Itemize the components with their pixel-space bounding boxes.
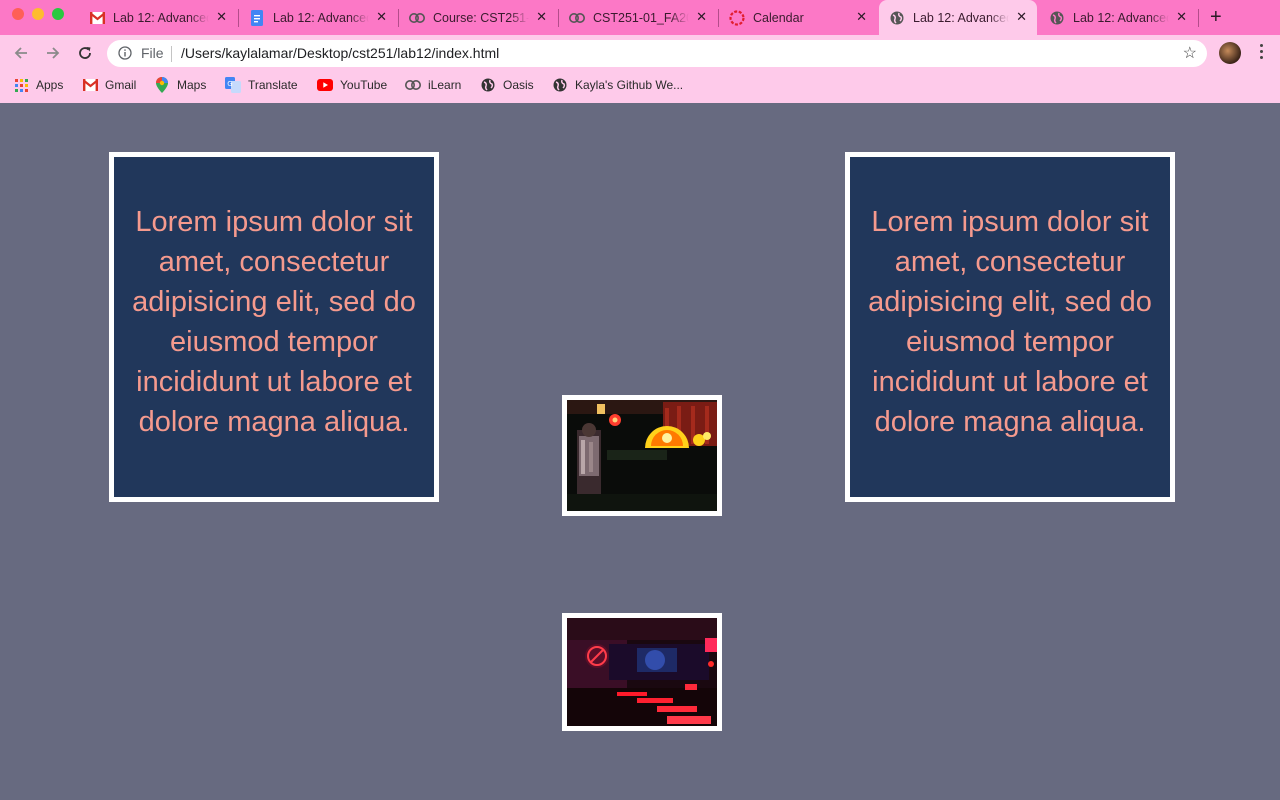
tab-title: Lab 12: Advanced CSS [113, 10, 209, 25]
moodle-icon [405, 77, 421, 93]
left-text-card: Lorem ipsum dolor sit amet, consectetur … [109, 152, 439, 502]
close-tab-icon[interactable]: ✕ [536, 10, 547, 24]
bookmark-youtube[interactable]: YouTube [317, 76, 387, 94]
back-button[interactable] [10, 42, 32, 64]
google-docs-icon [249, 9, 265, 26]
address-divider [171, 46, 172, 62]
arrow-left-icon [14, 47, 27, 59]
url-text[interactable]: /Users/kaylalamar/Desktop/cst251/lab12/i… [181, 45, 499, 61]
theater-photo-frame [562, 613, 722, 731]
left-card-panel: Lorem ipsum dolor sit amet, consectetur … [114, 157, 434, 497]
forward-button[interactable] [42, 42, 64, 64]
profile-avatar[interactable] [1219, 42, 1241, 64]
tab-5[interactable]: Calendar ✕ [719, 0, 877, 35]
bookmark-label: Apps [36, 78, 64, 92]
globe-icon [552, 77, 568, 93]
left-card-text: Lorem ipsum dolor sit amet, consectetur … [132, 206, 416, 438]
close-tab-icon[interactable]: ✕ [696, 10, 707, 24]
moodle-icon [569, 10, 585, 26]
tab-title: Calendar [753, 10, 804, 25]
bookmark-label: Maps [177, 78, 207, 92]
globe-icon [889, 10, 905, 26]
close-tab-icon[interactable]: ✕ [376, 10, 387, 24]
calendar-icon [729, 9, 745, 26]
tab-strip: Lab 12: Advanced CSS ✕ Lab 12: Advanced … [0, 0, 1280, 35]
bookmark-label: Kayla's Github We... [575, 78, 684, 92]
bookmark-label: Translate [248, 78, 298, 92]
right-text-card: Lorem ipsum dolor sit amet, consectetur … [845, 152, 1175, 502]
new-tab-button[interactable]: + [1210, 6, 1222, 28]
tab-title: Course: CST251-01 [433, 10, 529, 25]
bookmark-oasis[interactable]: Oasis [480, 76, 534, 94]
maps-pin-icon [154, 77, 170, 93]
bookmark-label: YouTube [340, 78, 388, 92]
close-tab-icon[interactable]: ✕ [1176, 10, 1187, 24]
tab-title: Lab 12: Advanced CSS [273, 10, 369, 25]
moodle-icon [409, 10, 425, 26]
close-tab-icon[interactable]: ✕ [856, 10, 867, 24]
bookmark-label: Oasis [503, 78, 534, 92]
apps-grid-icon [13, 77, 29, 93]
reload-button[interactable] [74, 42, 96, 64]
translate-icon: G [225, 77, 241, 93]
globe-icon [1049, 10, 1065, 26]
tab-4[interactable]: CST251-01_FA20 ✕ [559, 0, 717, 35]
tab-title: Lab 12: Advanced CSS [913, 10, 1009, 25]
tab-title: CST251-01_FA20 [593, 10, 689, 25]
tab-title: Lab 12: Advanced CSS [1073, 10, 1169, 25]
globe-icon [480, 77, 496, 93]
bookmark-translate[interactable]: G Translate [225, 76, 298, 94]
minimize-window-button[interactable] [32, 8, 44, 20]
svg-text:G: G [227, 80, 232, 88]
tab-2[interactable]: Lab 12: Advanced CSS ✕ [239, 0, 397, 35]
reload-icon [79, 47, 91, 59]
tab-3[interactable]: Course: CST251-01 ✕ [399, 0, 557, 35]
bookmark-ilearn[interactable]: iLearn [405, 76, 461, 94]
bookmark-gmail[interactable]: Gmail [82, 76, 136, 94]
gmail-icon [82, 77, 98, 93]
right-card-text: Lorem ipsum dolor sit amet, consectetur … [868, 206, 1152, 438]
bookmark-label: iLearn [428, 78, 462, 92]
close-tab-icon[interactable]: ✕ [216, 10, 227, 24]
arcade-photo-frame [562, 395, 722, 516]
bookmark-maps[interactable]: Maps [154, 76, 206, 94]
bookmark-github[interactable]: Kayla's Github We... [552, 76, 683, 94]
close-tab-icon[interactable]: ✕ [1016, 10, 1027, 24]
night-arcade-neon-photo [567, 400, 717, 511]
dark-theater-red-lights-photo [567, 618, 717, 726]
youtube-icon [317, 77, 333, 93]
tab-6-active[interactable]: Lab 12: Advanced CSS ✕ [879, 0, 1037, 35]
menu-kebab-icon[interactable] [1258, 44, 1264, 62]
arrow-right-icon [47, 47, 60, 59]
info-icon[interactable] [118, 46, 132, 65]
right-card-panel: Lorem ipsum dolor sit amet, consectetur … [850, 157, 1170, 497]
browser-chrome: Lab 12: Advanced CSS ✕ Lab 12: Advanced … [0, 0, 1280, 103]
gmail-icon [89, 10, 105, 26]
tab-1[interactable]: Lab 12: Advanced CSS ✕ [79, 0, 237, 35]
bookmark-label: Gmail [105, 78, 137, 92]
tab-divider [1198, 9, 1199, 27]
bookmark-star-icon[interactable]: ☆ [1183, 43, 1197, 63]
tab-7[interactable]: Lab 12: Advanced CSS ✕ [1039, 0, 1197, 35]
bookmark-apps[interactable]: Apps [13, 76, 63, 94]
site-scheme-label: File [141, 45, 164, 61]
close-window-button[interactable] [12, 8, 24, 20]
address-bar[interactable]: File /Users/kaylalamar/Desktop/cst251/la… [107, 40, 1207, 67]
zoom-window-button[interactable] [52, 8, 64, 20]
